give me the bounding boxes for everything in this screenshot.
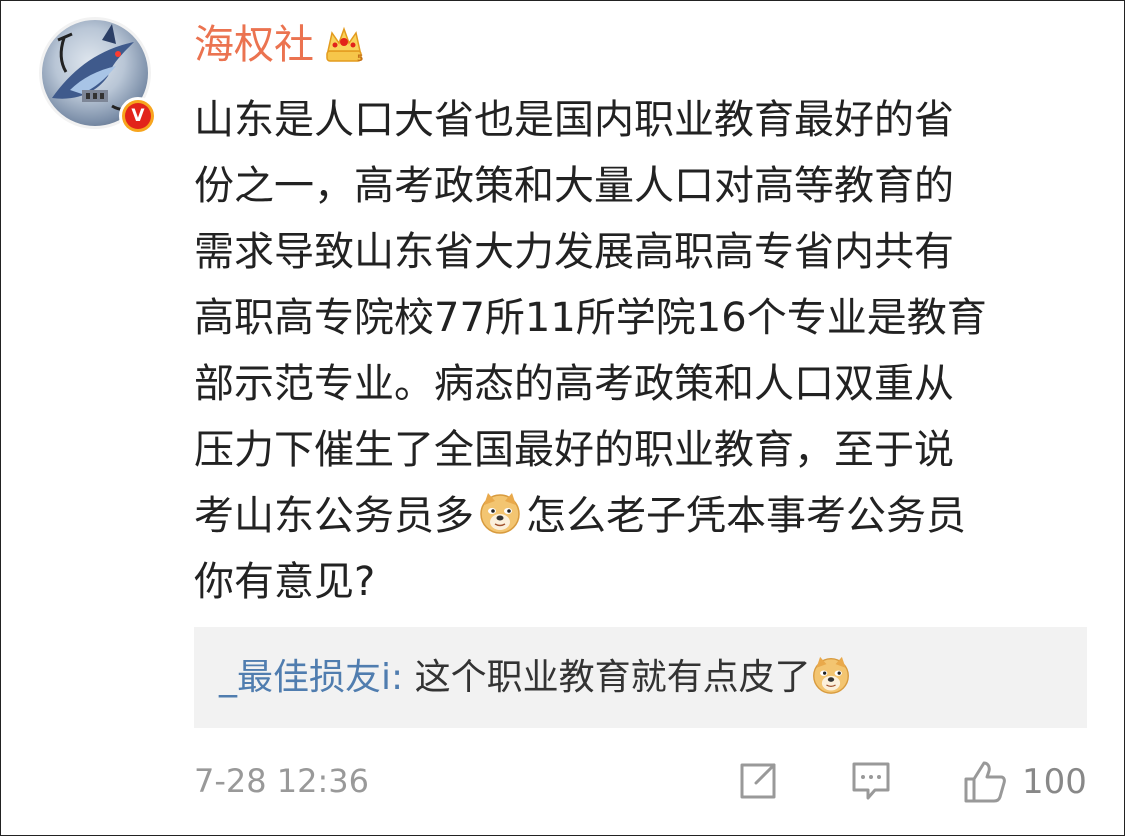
- comment-icon: [852, 762, 890, 800]
- comment-line: 山东是人口大省也是国内职业教育最好的省: [194, 97, 954, 143]
- reply-username[interactable]: _最佳损友i:: [219, 657, 403, 698]
- svg-text:5: 5: [357, 54, 363, 64]
- comment-footer: 7-28 12:36 100: [194, 753, 1087, 809]
- reply-preview[interactable]: _最佳损友i: 这个职业教育就有点皮了: [194, 627, 1087, 728]
- comment-card: V 海权社 5 山东是人口大省也是国内职业教育最好的省 份之一，高考政策和大量人…: [0, 0, 1125, 836]
- verified-v-icon: V: [119, 97, 157, 135]
- comment-line: 需求导致山东省大力发展高职高专省内共有: [194, 229, 954, 275]
- thumbs-up-icon: [964, 761, 1006, 803]
- comment-header: 海权社 5: [194, 15, 364, 75]
- reply-line: _最佳损友i: 这个职业教育就有点皮了: [219, 649, 851, 707]
- comment-line: 份之一，高考政策和大量人口对高等教育的: [194, 163, 954, 209]
- comment-line: 部示范专业。病态的高考政策和人口双重从: [194, 361, 954, 407]
- crown-vip-icon[interactable]: 5: [324, 25, 364, 65]
- reply-text: 这个职业教育就有点皮了: [403, 657, 811, 698]
- doge-emoji-icon: [812, 656, 849, 694]
- comment-text: 山东是人口大省也是国内职业教育最好的省 份之一，高考政策和大量人口对高等教育的 …: [194, 87, 1074, 615]
- avatar[interactable]: V: [39, 17, 157, 135]
- comment-line: 高职高专院校77所11所学院16个专业是教育: [194, 295, 987, 341]
- timestamp: 7-28 12:36: [194, 762, 370, 800]
- comment-line-segment: 怎么老子凭本事考公务员: [526, 493, 966, 539]
- comment-line-segment: 考山东公务员多: [194, 493, 474, 539]
- comment-line: 压力下催生了全国最好的职业教育，至于说: [194, 427, 954, 473]
- share-button[interactable]: [736, 759, 780, 807]
- comment-button[interactable]: [849, 759, 893, 807]
- comment-username[interactable]: 海权社: [194, 15, 314, 75]
- comment-line: 你有意见?: [194, 559, 376, 605]
- doge-emoji-icon: [480, 493, 520, 534]
- comment-line: 考山东公务员多 怎么老子凭本事考公务员: [194, 483, 1074, 549]
- share-edit-icon: [740, 763, 776, 799]
- like-button[interactable]: 100: [962, 759, 1087, 805]
- like-count: 100: [1022, 762, 1087, 802]
